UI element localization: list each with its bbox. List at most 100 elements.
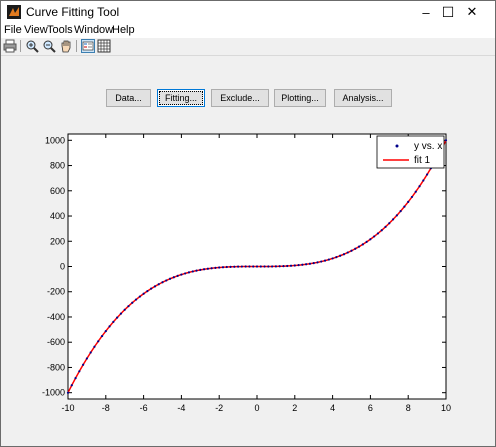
zoom-out-icon[interactable] — [42, 39, 56, 53]
data-point — [320, 260, 323, 263]
y-tick-label: -400 — [47, 312, 65, 322]
curve-fitting-window: Curve Fitting Tool – ☐ ✕ File View Tools… — [0, 0, 496, 447]
data-point — [316, 261, 319, 264]
data-point — [176, 274, 179, 277]
data-point — [85, 357, 88, 360]
data-point — [187, 271, 191, 274]
window-title: Curve Fitting Tool — [26, 5, 120, 19]
data-point — [369, 238, 372, 241]
x-tick-label: -2 — [215, 403, 223, 413]
data-point — [184, 272, 187, 275]
y-tick-label: -600 — [47, 337, 65, 347]
grid-toggle-icon[interactable] — [97, 39, 111, 53]
close-button[interactable]: ✕ — [449, 1, 495, 23]
data-point — [199, 268, 202, 272]
data-point — [172, 276, 175, 279]
data-point — [263, 265, 266, 268]
print-icon[interactable] — [3, 39, 17, 53]
data-point — [233, 265, 236, 268]
y-tick-label: 600 — [50, 186, 65, 196]
data-point — [74, 377, 77, 380]
data-point — [134, 298, 138, 301]
data-point — [252, 265, 255, 268]
data-point — [426, 173, 429, 176]
data-point — [225, 265, 228, 269]
y-tick-label: 800 — [50, 161, 65, 171]
data-point — [323, 259, 327, 262]
data-point — [422, 179, 425, 182]
data-point — [444, 139, 448, 142]
data-point — [100, 334, 104, 338]
data-point — [410, 195, 414, 199]
menu-window[interactable]: Window — [74, 24, 113, 36]
y-tick-label: 0 — [60, 262, 65, 272]
data-point — [138, 295, 141, 298]
data-point — [327, 258, 330, 261]
y-tick-label: 400 — [50, 211, 65, 221]
x-tick-label: 4 — [330, 403, 335, 413]
y-tick-label: 200 — [50, 236, 65, 246]
title-bar[interactable]: Curve Fitting Tool – ☐ ✕ — [1, 1, 495, 23]
data-point — [399, 210, 402, 213]
data-point — [414, 190, 417, 193]
menu-view[interactable]: View — [24, 24, 48, 36]
pan-icon[interactable] — [59, 39, 73, 53]
data-point — [271, 265, 274, 268]
x-tick-label: 0 — [254, 403, 259, 413]
data-point — [108, 325, 111, 328]
data-point — [331, 257, 334, 260]
y-tick-label: -1000 — [42, 388, 65, 398]
data-point — [407, 200, 410, 203]
x-tick-label: 10 — [441, 403, 451, 413]
menu-help[interactable]: Help — [112, 24, 135, 36]
legend-toggle-icon[interactable] — [81, 39, 95, 53]
data-point — [180, 273, 183, 276]
data-point — [165, 279, 168, 282]
data-point — [373, 235, 376, 238]
data-point — [388, 222, 391, 225]
data-point — [403, 205, 406, 208]
data-point — [142, 292, 145, 295]
data-point — [357, 245, 361, 248]
data-point — [127, 305, 130, 308]
data-point — [221, 266, 225, 269]
data-point — [365, 240, 368, 243]
data-point — [89, 351, 92, 354]
data-point — [391, 218, 395, 221]
data-point — [104, 330, 107, 333]
data-point — [339, 254, 342, 257]
data-point — [395, 214, 398, 217]
legend[interactable]: y vs. x fit 1 — [376, 135, 445, 169]
y-tick-label: -800 — [47, 362, 65, 372]
data-point — [267, 265, 270, 268]
data-point — [112, 320, 115, 323]
data-point — [153, 285, 157, 288]
toolbar-separator — [20, 40, 21, 52]
matlab-icon — [7, 5, 21, 19]
data-point — [418, 185, 421, 188]
data-point — [354, 247, 357, 250]
data-point — [305, 263, 308, 266]
data-point — [116, 316, 119, 319]
x-tick-label: -6 — [140, 403, 148, 413]
data-point — [350, 249, 353, 252]
curve-plot[interactable]: -10 -8 -6 -4 -2 0 2 4 6 8 10 -1000 -800 -600 -400 -200… — [1, 56, 495, 446]
data-point — [278, 265, 281, 268]
data-point — [210, 267, 213, 270]
menu-tools[interactable]: Tools — [47, 24, 73, 36]
data-point — [93, 345, 96, 348]
zoom-in-icon[interactable] — [25, 39, 39, 53]
legend-point-marker — [395, 144, 399, 148]
data-point — [274, 265, 277, 268]
data-point — [150, 287, 153, 290]
data-point — [342, 253, 346, 256]
data-point — [66, 391, 70, 394]
data-point — [282, 265, 285, 268]
x-tick-label: -10 — [61, 403, 74, 413]
menu-file[interactable]: File — [4, 24, 22, 36]
x-tick-label: 8 — [406, 403, 411, 413]
data-point — [168, 277, 172, 280]
data-point — [191, 270, 194, 273]
data-point — [82, 363, 85, 366]
data-point — [218, 266, 221, 269]
